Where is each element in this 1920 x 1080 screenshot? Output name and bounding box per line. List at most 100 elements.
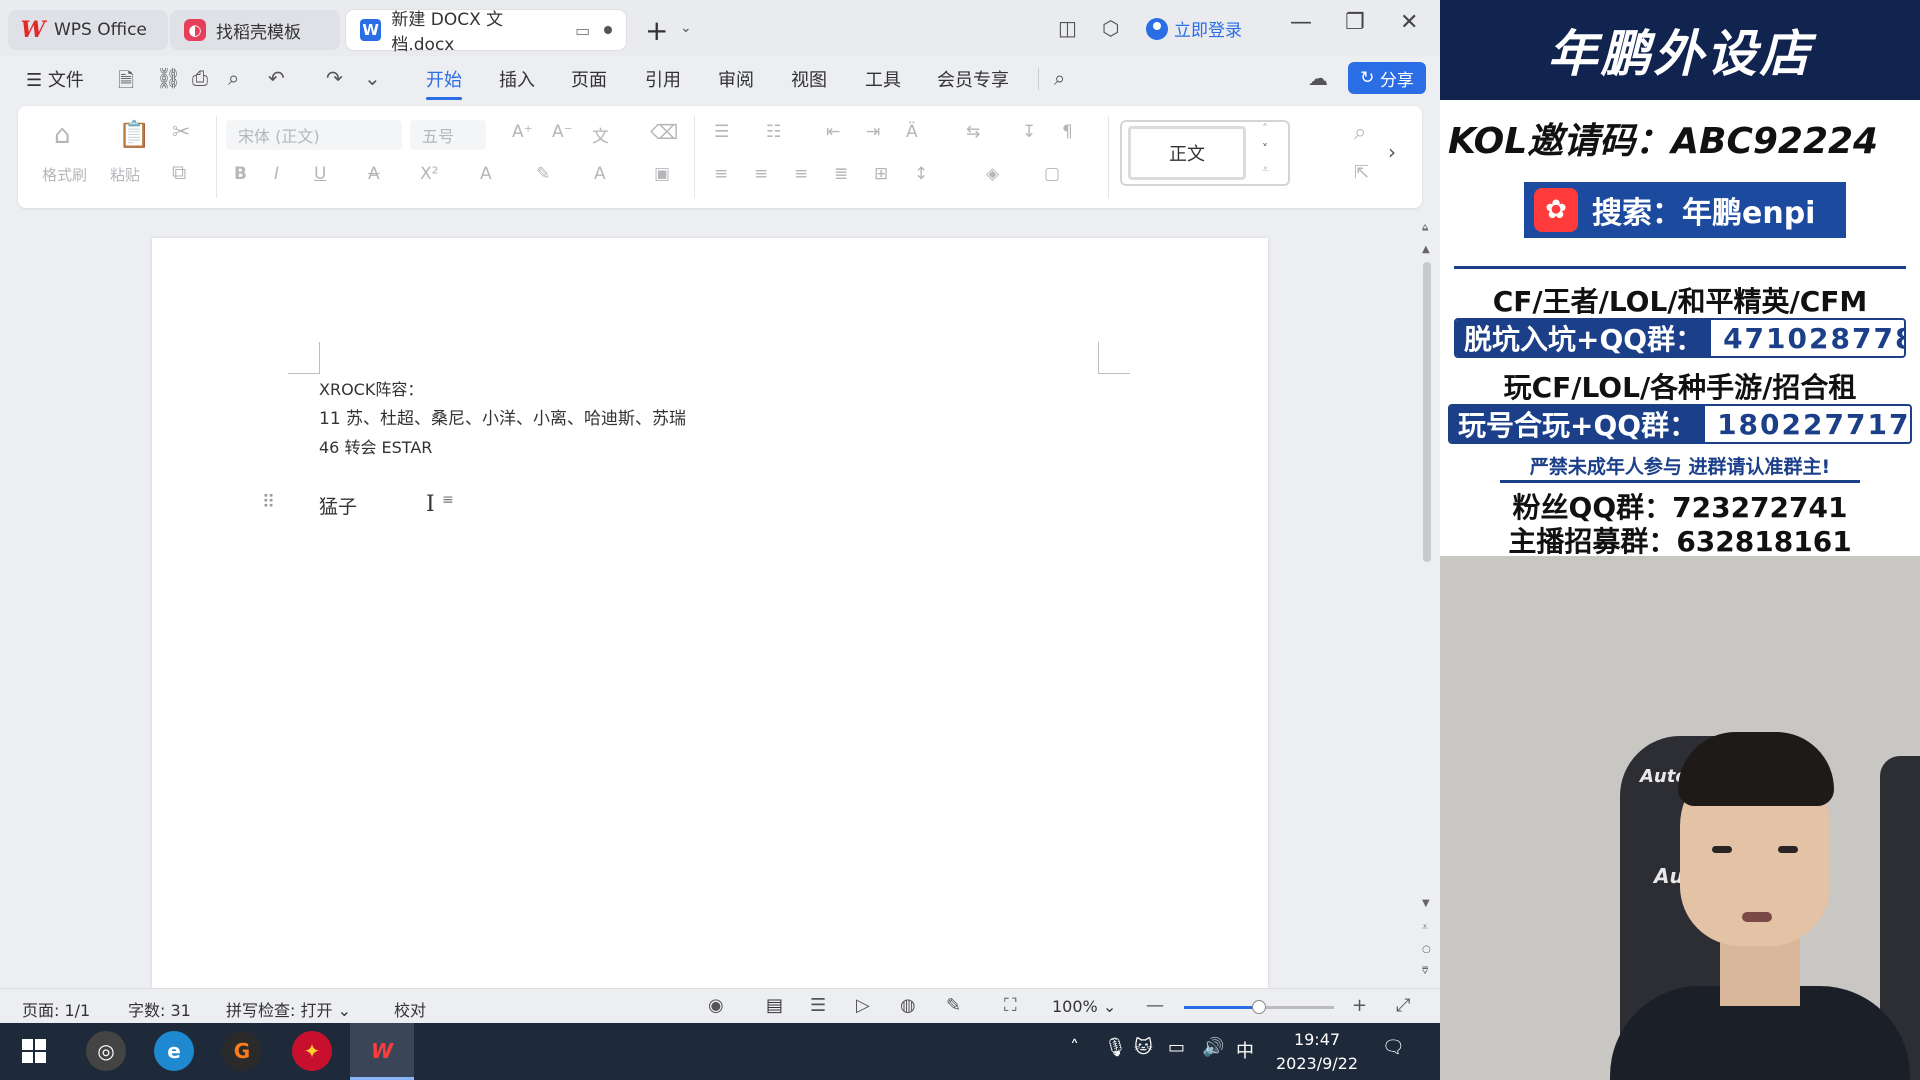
borders-icon[interactable]: ▢ xyxy=(1044,164,1060,184)
cut-icon[interactable]: ✂ xyxy=(172,120,190,145)
notification-icon[interactable]: 🗨 xyxy=(1382,1037,1405,1058)
cube-icon[interactable]: ⬡ xyxy=(1102,16,1119,40)
zoom-select[interactable]: 100% ⌄ xyxy=(1052,997,1116,1016)
shading-icon[interactable]: ◈ xyxy=(986,164,999,184)
spell-check-toggle[interactable]: 拼写检查: 打开 ⌄ xyxy=(226,997,351,1021)
page-indicator[interactable]: 页面: 1/1 xyxy=(22,997,90,1021)
tab-member[interactable]: 会员专享 xyxy=(937,66,1009,92)
char-spacing-icon[interactable]: Ä xyxy=(906,122,918,142)
paste-icon[interactable]: 📋 xyxy=(118,120,150,150)
chevron-down-icon[interactable]: ⌄ xyxy=(680,20,692,36)
clear-format-icon[interactable]: ⌫ xyxy=(650,120,678,144)
prev-page-icon[interactable]: ⩡ xyxy=(1422,922,1428,933)
game-app-icon[interactable]: G xyxy=(222,1031,262,1071)
tab-tools[interactable]: 工具 xyxy=(865,66,901,92)
tab-start[interactable]: 开始 xyxy=(426,66,462,100)
link-icon[interactable]: ⛓ xyxy=(156,66,181,90)
tab-template[interactable]: ◐ 找稻壳模板 xyxy=(170,10,340,50)
highlight-icon[interactable]: ✎ xyxy=(536,164,550,184)
play-icon[interactable]: ▷ xyxy=(856,995,870,1016)
align-right-icon[interactable]: ≡ xyxy=(794,164,808,184)
cloud-icon[interactable]: ☁ xyxy=(1308,66,1328,90)
font-size-select[interactable]: 五号 xyxy=(410,120,486,150)
login-button[interactable]: 立即登录 xyxy=(1146,16,1242,41)
eye-icon[interactable]: ◉ xyxy=(708,995,724,1016)
document-line[interactable]: 11 苏、杜超、桑尼、小洋、小离、哈迪斯、苏瑞 xyxy=(319,404,686,429)
chevron-right-icon[interactable]: › xyxy=(1388,140,1396,164)
tab-review[interactable]: 审阅 xyxy=(718,66,754,92)
paragraph-format-icon[interactable]: ≡ xyxy=(442,492,454,508)
page-view-icon[interactable]: ▤ xyxy=(766,995,783,1016)
align-left-icon[interactable]: ≡ xyxy=(714,164,728,184)
copy-icon[interactable]: ⧉ xyxy=(172,160,186,184)
distribute-icon[interactable]: ⊞ xyxy=(874,164,888,184)
microphone-icon[interactable]: 🎙 xyxy=(1104,1037,1127,1058)
crossfire-icon[interactable]: ✦ xyxy=(292,1031,332,1071)
obs-icon[interactable]: ◎ xyxy=(86,1031,126,1071)
wps-taskbar-icon[interactable]: W xyxy=(362,1031,402,1071)
save-icon[interactable]: 🗎 xyxy=(118,66,134,100)
text-effect-icon[interactable]: A xyxy=(480,164,492,184)
minimize-icon[interactable]: — xyxy=(1290,10,1312,35)
app-tray-icon[interactable]: 🐱 xyxy=(1134,1037,1153,1058)
file-menu[interactable]: ☰ 文件 xyxy=(26,66,84,92)
tab-wps-office[interactable]: W WPS Office xyxy=(8,10,168,50)
system-clock[interactable]: 19:47 2023/9/22 xyxy=(1272,1028,1362,1076)
proofread-button[interactable]: 校对 xyxy=(394,997,426,1021)
monitor-icon[interactable]: ▭ xyxy=(575,21,590,40)
pinyin-icon[interactable]: 文 xyxy=(592,122,609,147)
ime-indicator[interactable]: 中 xyxy=(1236,1037,1254,1063)
print-icon[interactable]: ⎙ xyxy=(192,66,208,90)
show-hidden-icons-icon[interactable]: ˄ xyxy=(1070,1037,1079,1058)
tab-page[interactable]: 页面 xyxy=(571,66,607,92)
network-icon[interactable]: ▭ xyxy=(1168,1037,1185,1058)
windows-start-icon[interactable] xyxy=(22,1039,46,1063)
superscript-icon[interactable]: X² xyxy=(420,164,438,184)
zoom-out-icon[interactable]: — xyxy=(1146,995,1164,1016)
tab-document[interactable]: W 新建 DOCX 文档.docx ▭ xyxy=(346,10,626,55)
scroll-top-icon[interactable]: ⩠ xyxy=(1422,222,1428,233)
decrease-indent-icon[interactable]: ⇤ xyxy=(826,122,840,142)
line-spacing-icon[interactable]: ↕ xyxy=(914,164,928,184)
style-gallery[interactable]: 正文 ˄ ˅ ⩡ xyxy=(1120,120,1290,186)
new-tab-icon[interactable]: + xyxy=(645,14,668,47)
document-page[interactable]: XROCK阵容： 11 苏、杜超、桑尼、小洋、小离、哈迪斯、苏瑞 46 转会 E… xyxy=(152,238,1268,1000)
bold-icon[interactable]: B xyxy=(234,164,247,184)
outline-view-icon[interactable]: ☰ xyxy=(810,995,826,1016)
strikethrough-icon[interactable]: A xyxy=(368,164,380,184)
select-icon[interactable]: ⇱ xyxy=(1354,162,1369,183)
close-icon[interactable]: ✕ xyxy=(1400,10,1418,35)
unsaved-dot-icon[interactable] xyxy=(604,26,612,34)
align-center-icon[interactable]: ≡ xyxy=(754,164,768,184)
tab-view[interactable]: 视图 xyxy=(791,66,827,92)
style-normal[interactable]: 正文 xyxy=(1128,126,1246,180)
share-button[interactable]: ↻ 分享 xyxy=(1348,62,1426,94)
document-line[interactable]: 46 转会 ESTAR xyxy=(319,434,432,458)
drag-handle-icon[interactable]: ⠿ xyxy=(262,492,275,513)
print-preview-icon[interactable]: ⌕ xyxy=(228,66,239,90)
shrink-font-icon[interactable]: A⁻ xyxy=(552,122,573,142)
font-family-select[interactable]: 宋体 (正文) xyxy=(226,120,402,150)
font-color-icon[interactable]: A xyxy=(594,164,606,184)
layout-icon[interactable]: ◫ xyxy=(1058,16,1077,40)
text-direction-icon[interactable]: ⇆ xyxy=(966,122,980,142)
vertical-scrollbar[interactable]: ⩠ ▲ ▼ ⩡ ○ ⩢ xyxy=(1420,222,1434,1012)
select-browse-icon[interactable]: ○ xyxy=(1422,944,1431,955)
scroll-up-icon[interactable]: ▲ xyxy=(1422,244,1430,255)
bullet-list-icon[interactable]: ☰ xyxy=(714,122,729,142)
show-marks-icon[interactable]: ¶ xyxy=(1062,122,1073,142)
restore-icon[interactable]: ❐ xyxy=(1345,10,1365,35)
chevron-up-icon[interactable]: ˄ xyxy=(1262,122,1268,136)
pen-icon[interactable]: ✎ xyxy=(946,995,961,1016)
numbered-list-icon[interactable]: ☷ xyxy=(766,122,781,142)
word-count[interactable]: 字数: 31 xyxy=(128,997,191,1021)
scroll-down-icon[interactable]: ▼ xyxy=(1422,898,1430,909)
char-shading-icon[interactable]: ▣ xyxy=(654,164,670,184)
format-painter-icon[interactable]: ⌂ xyxy=(54,120,71,150)
edge-icon[interactable]: e xyxy=(154,1031,194,1071)
zoom-in-icon[interactable]: + xyxy=(1352,995,1367,1016)
next-page-icon[interactable]: ⩢ xyxy=(1422,966,1428,977)
zoom-slider-knob[interactable] xyxy=(1252,1000,1266,1014)
search-icon[interactable]: ⌕ xyxy=(1054,66,1065,90)
tab-references[interactable]: 引用 xyxy=(645,66,681,92)
